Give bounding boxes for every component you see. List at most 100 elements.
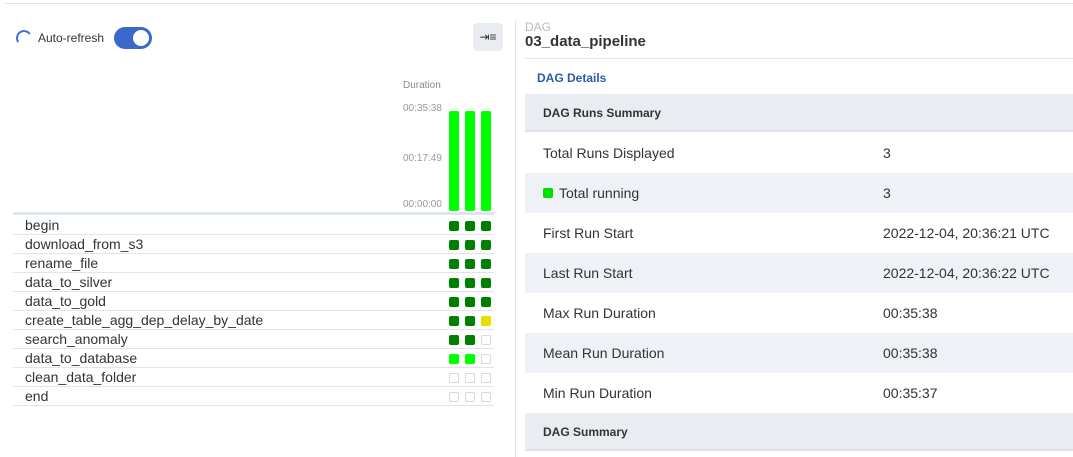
header-divider bbox=[525, 58, 1073, 59]
duration-bar[interactable] bbox=[465, 111, 475, 211]
task-instance-status-success[interactable] bbox=[465, 278, 475, 288]
dag-runs-summary-header: DAG Runs Summary bbox=[525, 94, 1073, 132]
details-key: Max Run Duration bbox=[543, 305, 656, 321]
task-name[interactable]: begin bbox=[25, 217, 59, 233]
task-instance-status-success[interactable] bbox=[481, 297, 491, 307]
details-row: Last Run Start 2022-12-04, 20:36:22 UTC bbox=[525, 253, 1073, 293]
details-row: Min Run Duration 00:35:37 bbox=[525, 373, 1073, 413]
task-name[interactable]: create_table_agg_dep_delay_by_date bbox=[25, 312, 263, 328]
details-key-text: Last Run Start bbox=[543, 265, 633, 281]
duration-tick-mid: 00:17:49 bbox=[403, 153, 442, 164]
task-row[interactable]: rename_file bbox=[13, 254, 494, 273]
details-value: 2022-12-04, 20:36:22 UTC bbox=[883, 265, 1050, 281]
dag-id-title: 03_data_pipeline bbox=[525, 33, 646, 50]
task-row[interactable]: search_anomaly bbox=[13, 330, 494, 349]
task-instance-status-none[interactable] bbox=[481, 354, 491, 364]
task-name[interactable]: download_from_s3 bbox=[25, 236, 143, 252]
collapse-panel-icon: ⇥≡ bbox=[479, 30, 497, 44]
duration-bar[interactable] bbox=[481, 111, 491, 211]
task-instance-status-none[interactable] bbox=[481, 335, 491, 345]
task-row[interactable]: clean_data_folder bbox=[13, 368, 494, 387]
details-key: Total running bbox=[543, 185, 639, 201]
task-instance-status-success[interactable] bbox=[449, 297, 459, 307]
task-row[interactable]: end bbox=[13, 387, 494, 406]
section-underline bbox=[525, 130, 1073, 132]
task-instance-status-success[interactable] bbox=[449, 278, 459, 288]
details-key-text: Max Run Duration bbox=[543, 305, 656, 321]
task-instance-status-success[interactable] bbox=[449, 240, 459, 250]
task-instance-status-success[interactable] bbox=[465, 240, 475, 250]
chart-baseline bbox=[13, 212, 494, 215]
task-instance-status-success[interactable] bbox=[449, 335, 459, 345]
dag-details-breadcrumb[interactable]: DAG Details bbox=[537, 71, 606, 85]
details-row: First Run Start 2022-12-04, 20:36:21 UTC bbox=[525, 213, 1073, 253]
task-row[interactable]: create_table_agg_dep_delay_by_date bbox=[13, 311, 494, 330]
duration-tick-min: 00:00:00 bbox=[403, 199, 442, 210]
details-key: Last Run Start bbox=[543, 265, 633, 281]
details-row: Total Runs Displayed 3 bbox=[525, 133, 1073, 173]
grid-panel: Auto-refresh ⇥≡ Duration 00:35:38 00:17:… bbox=[0, 0, 515, 457]
collapse-details-button[interactable]: ⇥≡ bbox=[473, 23, 503, 51]
auto-refresh-control: Auto-refresh bbox=[14, 26, 153, 50]
details-key: Mean Run Duration bbox=[543, 345, 664, 361]
auto-refresh-toggle[interactable] bbox=[114, 27, 153, 49]
row-separator bbox=[13, 405, 494, 406]
task-instance-status-success[interactable] bbox=[481, 259, 491, 269]
task-instance-status-none[interactable] bbox=[481, 373, 491, 383]
task-instance-status-running[interactable] bbox=[465, 354, 475, 364]
section-underline bbox=[525, 449, 1073, 451]
details-value: 00:35:38 bbox=[883, 305, 938, 321]
details-value: 00:35:37 bbox=[883, 385, 938, 401]
duration-bar[interactable] bbox=[449, 111, 459, 211]
dag-label: DAG bbox=[525, 20, 552, 34]
details-key-text: Mean Run Duration bbox=[543, 345, 665, 361]
dag-summary-header: DAG Summary bbox=[525, 413, 1073, 451]
task-row[interactable]: data_to_database bbox=[13, 349, 494, 368]
details-key: Total Runs Displayed bbox=[543, 145, 675, 161]
details-value: 00:35:38 bbox=[883, 345, 938, 361]
task-instance-status-success[interactable] bbox=[465, 297, 475, 307]
task-instance-status-running[interactable] bbox=[449, 354, 459, 364]
task-instance-status-success[interactable] bbox=[481, 221, 491, 231]
task-row[interactable]: download_from_s3 bbox=[13, 235, 494, 254]
details-row: Mean Run Duration 00:35:38 bbox=[525, 333, 1073, 373]
task-name[interactable]: data_to_database bbox=[25, 350, 137, 366]
task-name[interactable]: end bbox=[25, 388, 48, 404]
dag-runs-summary-title: DAG Runs Summary bbox=[543, 106, 662, 120]
task-instance-status-none[interactable] bbox=[465, 373, 475, 383]
task-instance-status-success[interactable] bbox=[449, 221, 459, 231]
task-name[interactable]: data_to_gold bbox=[25, 293, 106, 309]
task-name[interactable]: rename_file bbox=[25, 255, 98, 271]
task-instance-status-success[interactable] bbox=[465, 335, 475, 345]
task-name[interactable]: data_to_silver bbox=[25, 274, 112, 290]
task-instance-status-queued[interactable] bbox=[481, 316, 491, 326]
details-value: 2022-12-04, 20:36:21 UTC bbox=[883, 225, 1050, 241]
task-instance-status-success[interactable] bbox=[465, 221, 475, 231]
task-instance-status-success[interactable] bbox=[481, 278, 491, 288]
dag-summary-title: DAG Summary bbox=[543, 425, 628, 439]
panel-divider bbox=[515, 20, 516, 457]
running-status-icon bbox=[543, 188, 553, 198]
details-key-text: Min Run Duration bbox=[543, 385, 652, 401]
duration-chart-title: Duration bbox=[403, 80, 441, 91]
task-instance-status-success[interactable] bbox=[449, 316, 459, 326]
details-row: Total running 3 bbox=[525, 173, 1073, 213]
details-key-text: Total running bbox=[559, 185, 640, 201]
task-instance-status-success[interactable] bbox=[465, 259, 475, 269]
details-key: Min Run Duration bbox=[543, 385, 652, 401]
task-instance-status-none[interactable] bbox=[465, 392, 475, 402]
task-row[interactable]: data_to_gold bbox=[13, 292, 494, 311]
task-name[interactable]: clean_data_folder bbox=[25, 369, 136, 385]
task-row[interactable]: begin bbox=[13, 216, 494, 235]
task-name[interactable]: search_anomaly bbox=[25, 331, 128, 347]
task-instance-status-none[interactable] bbox=[481, 392, 491, 402]
task-instance-status-success[interactable] bbox=[465, 316, 475, 326]
task-instance-status-success[interactable] bbox=[481, 240, 491, 250]
task-instance-status-none[interactable] bbox=[449, 373, 459, 383]
auto-refresh-label: Auto-refresh bbox=[38, 31, 105, 45]
duration-tick-max: 00:35:38 bbox=[403, 103, 442, 114]
task-instance-status-none[interactable] bbox=[449, 392, 459, 402]
task-instance-status-success[interactable] bbox=[449, 259, 459, 269]
task-row[interactable]: data_to_silver bbox=[13, 273, 494, 292]
details-key-text: Total Runs Displayed bbox=[543, 145, 675, 161]
